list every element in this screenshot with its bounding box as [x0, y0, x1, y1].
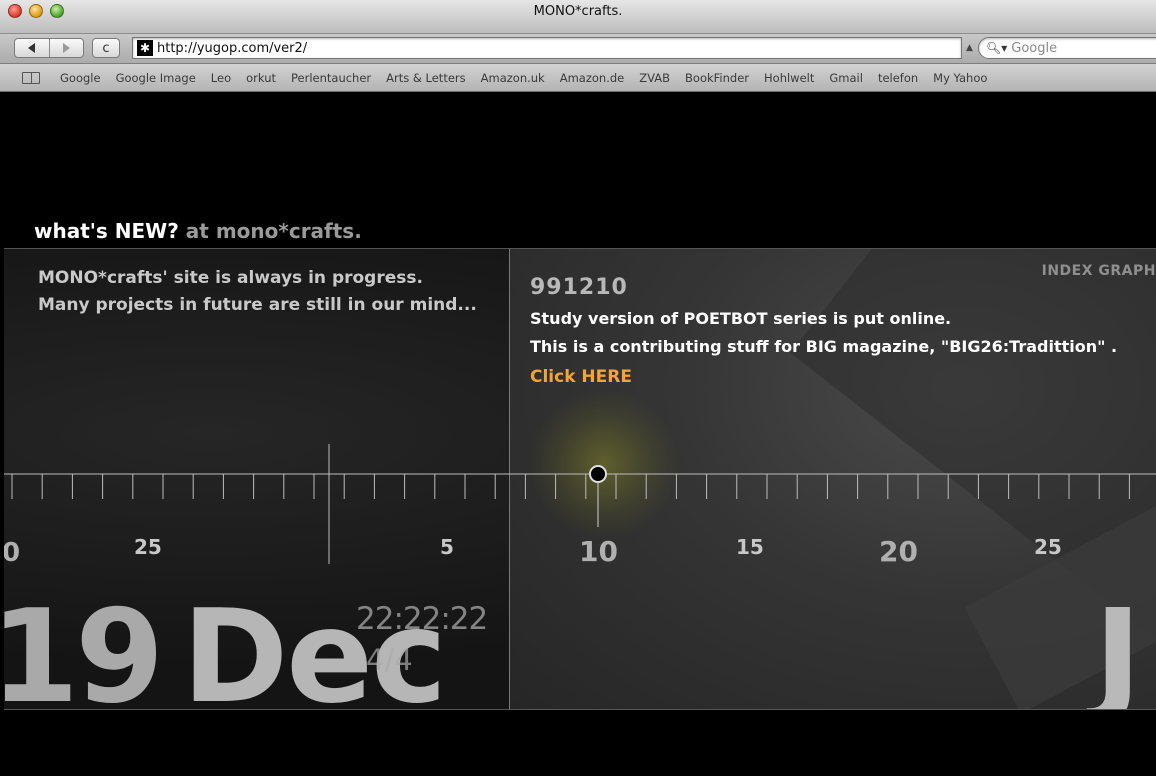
bookmark-link[interactable]: telefon — [878, 71, 918, 85]
page-heading: what's NEW? at mono*crafts. — [34, 219, 362, 243]
ruler-label: 25 — [134, 535, 162, 559]
timeline-panel: MONO*crafts' site is always in progress.… — [4, 248, 1156, 710]
forward-arrow-icon — [62, 43, 70, 53]
bookmarks-book-icon[interactable] — [22, 71, 40, 84]
bookmark-link[interactable]: Arts & Letters — [386, 71, 465, 85]
ruler-label: 10 — [579, 535, 618, 568]
big-day-number: 19 — [4, 583, 164, 710]
ruler-label: 5 — [440, 535, 454, 559]
timeline-cursor[interactable] — [589, 465, 607, 483]
bookmark-link[interactable]: Hohlwelt — [764, 71, 814, 85]
bookmark-link[interactable]: orkut — [246, 71, 276, 85]
address-bar[interactable]: ✱ http://yugop.com/ver2/ — [132, 37, 962, 59]
url-text[interactable]: http://yugop.com/ver2/ — [157, 41, 307, 56]
ruler-label: 0 — [4, 538, 20, 568]
bookmark-link[interactable]: Google — [60, 71, 101, 85]
timeline-ruler[interactable]: 0 25 5 10 15 20 25 — [4, 249, 1156, 710]
page-content: what's NEW? at mono*crafts. MONO*crafts'… — [0, 93, 1156, 776]
nav-buttons — [14, 38, 84, 58]
reload-button[interactable]: c — [92, 38, 120, 58]
bookmark-link[interactable]: My Yahoo — [933, 71, 987, 85]
bookmark-link[interactable]: Google Image — [116, 71, 196, 85]
bookmark-link[interactable]: Amazon.uk — [481, 71, 545, 85]
bookmark-link[interactable]: BookFinder — [685, 71, 749, 85]
ruler-label: 25 — [1034, 535, 1062, 559]
browser-toolbar: c ✱ http://yugop.com/ver2/ ▲ 🔍︎▾ — [0, 34, 1156, 64]
next-month-initial: J — [1094, 583, 1142, 710]
bookmark-link[interactable]: Perlentaucher — [291, 71, 371, 85]
bookmark-link[interactable]: ZVAB — [639, 71, 670, 85]
bookmark-link[interactable]: Gmail — [829, 71, 863, 85]
ruler-ticks — [11, 474, 1130, 499]
search-input[interactable] — [1011, 40, 1152, 56]
bookmarks-bar: Google Google Image Leo orkut Perlentauc… — [0, 64, 1156, 92]
heading-sub: at mono*crafts. — [185, 219, 362, 243]
bookmark-link[interactable]: Leo — [211, 71, 231, 85]
clock-time: 22:22:22 — [356, 601, 488, 637]
back-arrow-icon — [28, 43, 36, 53]
search-field[interactable]: 🔍︎▾ — [978, 37, 1156, 59]
bookmark-link[interactable]: Amazon.de — [560, 71, 625, 85]
reload-icon: c — [102, 40, 110, 56]
window-title: MONO*crafts. — [533, 4, 623, 19]
ruler-label: 20 — [879, 535, 918, 568]
window-titlebar: MONO*crafts. — [0, 0, 1156, 34]
clock-fraction: 4/4 — [366, 643, 413, 677]
snapback-icon[interactable]: ▲ — [966, 43, 973, 53]
forward-button[interactable] — [48, 39, 84, 57]
site-favicon-icon: ✱ — [137, 40, 153, 56]
heading-main: what's NEW? — [34, 219, 179, 243]
back-button[interactable] — [15, 39, 49, 57]
search-icon[interactable]: 🔍︎▾ — [986, 41, 1007, 55]
ruler-label: 15 — [736, 535, 764, 559]
ruler-labels: 0 25 5 10 15 20 25 — [4, 535, 1062, 568]
